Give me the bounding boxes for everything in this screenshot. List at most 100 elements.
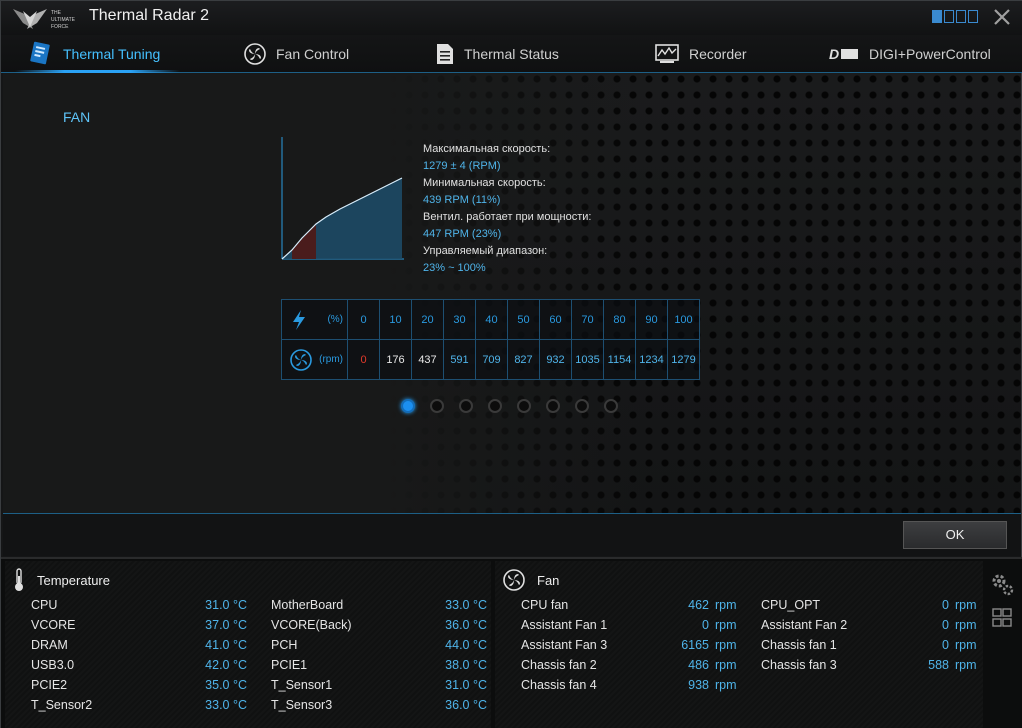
svg-text:ULTIMATE: ULTIMATE (51, 17, 76, 23)
fan-icon (290, 348, 312, 371)
rpm-cell: 1279 (667, 339, 700, 380)
tab-label: DIGI+PowerControl (869, 45, 991, 62)
fan-speed: 0 (942, 598, 949, 612)
sensor-value: 38.0 °C (445, 658, 487, 672)
fan-header: Fan (503, 567, 559, 593)
sensor-name: T_Sensor2 (31, 698, 93, 712)
pager-dot[interactable] (575, 399, 589, 413)
fan-name: Assistant Fan 2 (761, 618, 848, 632)
start-power-value: 447 RPM (23%) (423, 228, 502, 240)
min-speed-label: Минимальная скорость: (423, 177, 546, 189)
section-title: FAN (63, 109, 91, 125)
power-row-header: (%) (281, 299, 348, 340)
sensor-value: 31.0 °C (205, 598, 247, 612)
fan-row: Assistant Fan 3 6165 rpm (521, 635, 741, 655)
percent-cell: 80 (603, 299, 636, 340)
percent-cell: 20 (411, 299, 444, 340)
recorder-icon (655, 43, 679, 63)
tab-label: Thermal Tuning (63, 45, 161, 62)
sensor-name: MotherBoard (271, 598, 344, 612)
fan-speed: 6165 (681, 638, 709, 652)
percent-cell: 0 (347, 299, 380, 340)
fan-icon (503, 569, 525, 591)
title-bar: THE ULTIMATE FORCE Thermal Radar 2 (1, 1, 1022, 35)
temp-row: CPU 31.0 °C (31, 595, 251, 615)
fan-speed: 0 (942, 638, 949, 652)
fan-name: CPU fan (521, 598, 569, 612)
fan-list-2: CPU_OPT 0 rpm Assistant Fan 2 0 rpm Chassis … (761, 595, 981, 675)
fan-name: CPU_OPT (761, 598, 821, 612)
fan-speed: 486 (688, 658, 709, 672)
pager-dot[interactable] (459, 399, 473, 413)
sensor-value: 33.0 °C (205, 698, 247, 712)
temperature-title: Temperature (37, 572, 110, 588)
fan-curve-graph (281, 137, 404, 260)
temp-row: VCORE(Back) 36.0 °C (271, 615, 491, 635)
fan-row: Assistant Fan 1 0 rpm (521, 615, 741, 635)
fan-row: Chassis fan 4 938 rpm (521, 675, 741, 695)
temp-row: DRAM 41.0 °C (31, 635, 251, 655)
pager-dot[interactable] (517, 399, 531, 413)
pager-dot[interactable] (401, 399, 415, 413)
rpm-cell: 437 (411, 339, 444, 380)
thermal-tuning-icon (30, 41, 50, 64)
fan-speed: 0 (702, 618, 709, 632)
fan-panel: Fan CPU fan 462 rpm Assistant Fan 1 0 rpm As… (495, 561, 983, 728)
fan-row: Chassis fan 1 0 rpm (761, 635, 981, 655)
layout-switch-icon[interactable] (932, 10, 978, 24)
tab-label: Thermal Status (464, 45, 559, 62)
rpm-cell: 591 (443, 339, 476, 380)
fan-speed: 938 (688, 678, 709, 692)
svg-text:THE: THE (51, 10, 62, 16)
sensor-name: USB3.0 (31, 658, 75, 672)
rpm-row: (rpm) 0 176 437 591 709 827 932 1035 115… (281, 339, 700, 380)
pager-dot[interactable] (604, 399, 618, 413)
fan-name: Chassis fan 4 (521, 678, 597, 692)
temp-row: USB3.0 42.0 °C (31, 655, 251, 675)
settings-gear-icon[interactable] (989, 571, 1015, 597)
sensor-value: 35.0 °C (205, 678, 247, 692)
temp-row: PCIE1 38.0 °C (271, 655, 491, 675)
rpm-cell: 932 (539, 339, 572, 380)
percent-cell: 100 (667, 299, 700, 340)
tab-thermal-status[interactable]: Thermal Status (436, 35, 559, 72)
fan-control-icon (244, 42, 266, 65)
rpm-cell: 0 (347, 339, 380, 380)
fan-unit: rpm (955, 638, 977, 652)
fan-rpm-table: (%) 0 10 20 30 40 50 60 70 80 90 100 (rp… (281, 299, 700, 380)
tab-label: Recorder (689, 45, 747, 62)
fan-name: Assistant Fan 1 (521, 618, 608, 632)
ok-button[interactable]: OK (903, 521, 1007, 549)
tab-digi-power-control[interactable]: D DIGI+PowerControl (829, 35, 991, 72)
rpm-cell: 1234 (635, 339, 668, 380)
fan-name: Chassis fan 1 (761, 638, 837, 652)
tab-fan-control[interactable]: Fan Control (244, 35, 349, 72)
tab-recorder[interactable]: Recorder (655, 35, 747, 72)
sensor-name: VCORE(Back) (271, 618, 352, 632)
fan-info: Максимальная скорость: 1279 ± 4 (RPM) Ми… (423, 141, 591, 277)
sensor-value: 42.0 °C (205, 658, 247, 672)
rpm-row-header: (rpm) (281, 339, 348, 380)
fan-speed: 0 (942, 618, 949, 632)
pager-dot[interactable] (488, 399, 502, 413)
percent-cell: 70 (571, 299, 604, 340)
close-button[interactable] (991, 5, 1013, 29)
window-title: Thermal Radar 2 (89, 7, 210, 24)
grid-view-icon[interactable] (989, 605, 1015, 631)
sensor-name: PCIE2 (31, 678, 68, 692)
temp-row: MotherBoard 33.0 °C (271, 595, 491, 615)
fan-unit: rpm (715, 638, 737, 652)
start-power-label: Вентил. работает при мощности: (423, 211, 592, 223)
percent-cell: 10 (379, 299, 412, 340)
fan-unit: rpm (955, 658, 977, 672)
pager-dot[interactable] (546, 399, 560, 413)
tab-thermal-tuning[interactable]: Thermal Tuning (14, 35, 181, 73)
rpm-cell: 827 (507, 339, 540, 380)
app-window: THE ULTIMATE FORCE Thermal Radar 2 Therm… (0, 0, 1022, 728)
fan-name: Assistant Fan 3 (521, 638, 608, 652)
fan-name: Chassis fan 3 (761, 658, 837, 672)
thermometer-icon (15, 568, 23, 591)
pager-dot[interactable] (430, 399, 444, 413)
control-range-label: Управляемый диапазон: (423, 245, 548, 257)
document-icon (437, 43, 453, 64)
